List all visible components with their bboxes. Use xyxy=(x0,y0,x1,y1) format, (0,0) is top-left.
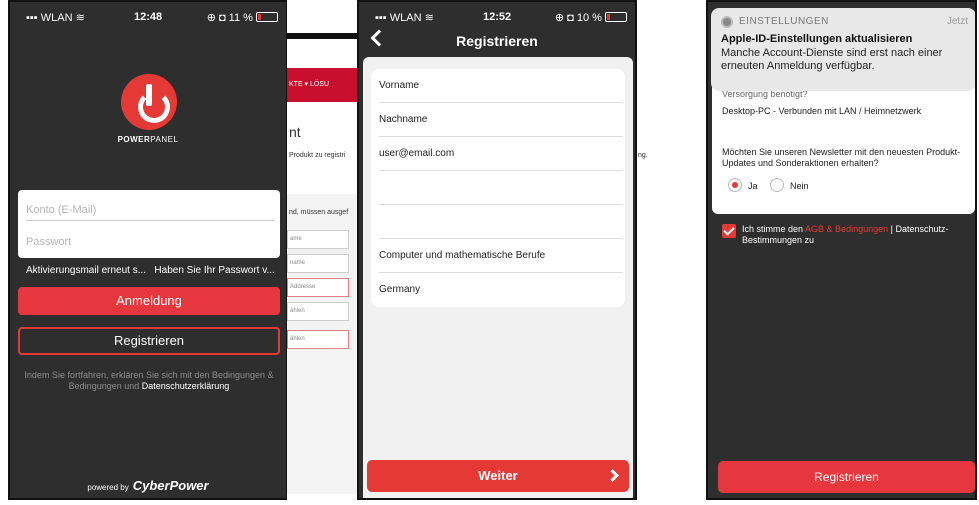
powered-by-label: powered by xyxy=(87,483,129,492)
web-field[interactable]: ame xyxy=(287,230,349,249)
register-button[interactable]: Registrieren xyxy=(18,327,280,355)
resend-activation-link[interactable]: Aktivierungsmail erneut s... xyxy=(26,265,146,276)
carrier-label: WLAN xyxy=(389,12,422,24)
register-button[interactable]: Registrieren xyxy=(718,461,975,493)
newsletter-question: Möchten Sie unseren Newsletter mit den n… xyxy=(722,147,961,168)
product-register-screen: EINSTELLUNGEN Jetzt Apple-ID-Einstellung… xyxy=(706,0,977,500)
web-nav[interactable]: KTE ▾ LÖSU xyxy=(287,68,359,102)
carrier-label: WLAN xyxy=(40,12,73,24)
notification-body: Manche Account-Dienste sind erst nach ei… xyxy=(721,47,943,72)
terms-link[interactable]: AGB & Bedingungen xyxy=(805,224,888,234)
register-form: Vorname Nachname user@email.com Computer… xyxy=(371,69,625,307)
background-web-page: KTE ▾ LÖSU nt Produkt zu registri nd, mü… xyxy=(287,0,360,500)
newsletter-yes-radio[interactable] xyxy=(728,178,742,192)
powerpanel-logo-icon xyxy=(121,74,177,130)
battery-percent: 10 % xyxy=(576,12,602,24)
battery-icon xyxy=(605,12,627,22)
forgot-password-link[interactable]: Haben Sie Ihr Passwort v... xyxy=(154,265,274,276)
login-form xyxy=(18,190,280,258)
battery-percent: 11 % xyxy=(228,12,253,24)
legal-notice: Indem Sie fortfahren, erklären Sie sich … xyxy=(18,370,280,392)
notification-app: EINSTELLUNGEN xyxy=(739,16,829,27)
terms-checkbox[interactable] xyxy=(722,224,736,238)
status-bar: ▪▪▪ WLAN ≋ 12:48 ⊕ ◘ 11 % xyxy=(10,2,286,30)
settings-gear-icon xyxy=(721,16,733,28)
brand-part-a: POWER xyxy=(117,135,151,144)
web-field[interactable]: ählen xyxy=(287,302,349,321)
newsletter-yes-label: Ja xyxy=(748,181,758,191)
email-field[interactable]: user@email.com xyxy=(379,137,623,171)
device-value[interactable]: Desktop-PC - Verbunden mit LAN / Heimnet… xyxy=(722,106,962,117)
newsletter-no-label: Nein xyxy=(790,181,809,191)
register-sheet: Vorname Nachname user@email.com Computer… xyxy=(363,57,633,498)
last-name-field[interactable]: Nachname xyxy=(379,103,623,137)
brand-name: POWERPANEL xyxy=(10,135,286,144)
web-field[interactable]: Addresse xyxy=(287,278,349,297)
web-trailing-text: ng. xyxy=(638,152,648,159)
next-button-label: Weiter xyxy=(478,468,518,483)
privacy-link[interactable]: Datenschutzerklärung xyxy=(142,381,230,391)
login-links: Aktivierungsmail erneut s... Haben Sie I… xyxy=(26,265,275,276)
notification-title: Apple-ID-Einstellungen aktualisieren xyxy=(721,33,913,45)
next-button[interactable]: Weiter xyxy=(367,460,629,492)
clock: 12:48 xyxy=(134,11,163,23)
web-required-note: nd, müssen ausgef xyxy=(289,209,349,216)
clock: 12:52 xyxy=(483,11,512,23)
terms-text: Ich stimme den AGB & Bedingungen | Daten… xyxy=(742,224,974,246)
occupation-select[interactable]: Computer und mathematische Berufe xyxy=(379,239,623,273)
first-name-field[interactable]: Vorname xyxy=(379,69,623,103)
page-title: Registrieren xyxy=(456,33,538,49)
powered-by: powered by CyberPower xyxy=(10,478,286,493)
password-field[interactable] xyxy=(26,232,274,252)
web-title: nt xyxy=(289,124,301,140)
web-field[interactable]: name xyxy=(287,254,349,273)
brand-part-b: PANEL xyxy=(150,135,179,144)
cyberpower-logo: CyberPower xyxy=(132,478,209,493)
email-field[interactable] xyxy=(26,200,274,221)
chevron-right-icon xyxy=(606,469,619,482)
web-subtitle: Produkt zu registri xyxy=(289,152,346,159)
wifi-icon: ▪▪▪ WLAN ≋ xyxy=(375,12,434,24)
terms-text-a: Ich stimme den xyxy=(742,224,804,234)
notification-banner[interactable]: EINSTELLUNGEN Jetzt Apple-ID-Einstellung… xyxy=(711,8,975,91)
status-bar: ▪▪▪ WLAN ≋ 12:52 ⊕ ◘ 10 % xyxy=(359,2,635,30)
newsletter-no-radio[interactable] xyxy=(770,178,784,192)
battery-icon xyxy=(256,12,278,22)
empty-field[interactable] xyxy=(379,205,623,239)
register-screen: ▪▪▪ WLAN ≋ 12:52 ⊕ ◘ 10 % Registrieren V… xyxy=(357,0,637,500)
country-select[interactable]: Germany xyxy=(379,273,623,307)
web-header xyxy=(287,33,359,39)
battery-indicator: ⊕ ◘ 11 % xyxy=(207,11,278,24)
wifi-icon: ▪▪▪ WLAN ≋ xyxy=(26,12,85,24)
login-button[interactable]: Anmeldung xyxy=(18,287,280,315)
web-field[interactable]: ählen xyxy=(287,330,349,349)
notification-time: Jetzt xyxy=(946,16,968,27)
login-screen: ▪▪▪ WLAN ≋ 12:48 ⊕ ◘ 11 % POWERPANEL Akt… xyxy=(8,0,288,500)
empty-field[interactable] xyxy=(379,171,623,205)
battery-indicator: ⊕ ◘ 10 % xyxy=(555,11,627,24)
